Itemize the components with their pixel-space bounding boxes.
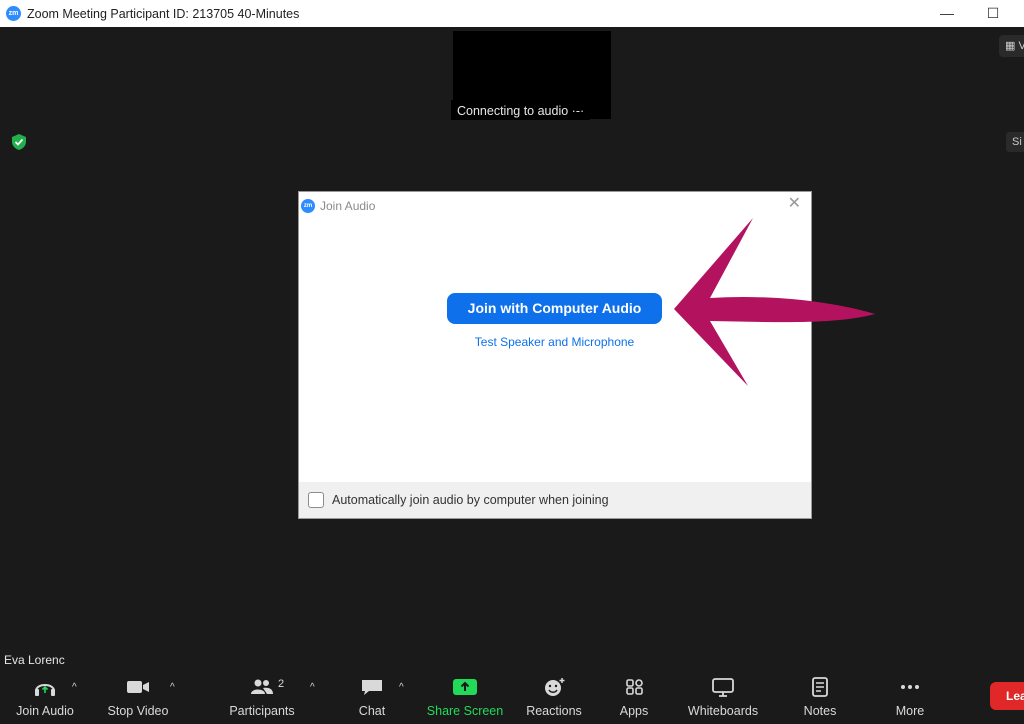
auto-join-label: Automatically join audio by computer whe…	[332, 493, 609, 507]
reactions-button[interactable]: Reactions	[520, 670, 588, 724]
chat-bubble-icon	[362, 680, 382, 695]
share-screen-label: Share Screen	[426, 704, 504, 718]
join-audio-button[interactable]: Join Audio	[10, 670, 80, 724]
share-screen-icon	[453, 679, 477, 695]
zoom-logo: zm	[6, 6, 21, 21]
view-button[interactable]: ▦ V	[999, 35, 1024, 57]
window-title: Zoom Meeting Participant ID: 213705 40-M…	[27, 6, 300, 21]
chat-label: Chat	[358, 704, 386, 718]
participants-label: Participants	[229, 704, 295, 718]
participants-count: 2	[278, 678, 285, 690]
stop-video-label: Stop Video	[107, 704, 169, 718]
dialog-footer: Automatically join audio by computer whe…	[299, 482, 811, 518]
dialog-title: Join Audio	[320, 199, 376, 213]
meeting-toolbar: Join Audio ^ Stop Video ^ Participants 2…	[0, 670, 1024, 724]
notes-icon	[812, 677, 828, 697]
audio-options-caret[interactable]: ^	[72, 682, 77, 693]
notes-label: Notes	[803, 704, 837, 718]
smiley-plus-icon	[545, 678, 565, 696]
notes-button[interactable]: Notes	[790, 670, 850, 724]
chat-options-caret[interactable]: ^	[399, 682, 404, 693]
stop-video-button[interactable]: Stop Video	[103, 670, 173, 724]
minimize-button[interactable]: —	[938, 4, 956, 22]
whiteboards-label: Whiteboards	[687, 704, 759, 718]
join-computer-audio-button[interactable]: Join with Computer Audio	[447, 293, 662, 324]
people-icon	[251, 679, 273, 694]
participants-button[interactable]: Participants	[222, 670, 302, 724]
whiteboards-button[interactable]: Whiteboards	[682, 670, 764, 724]
annotation-arrow	[674, 218, 875, 386]
reactions-label: Reactions	[526, 704, 582, 718]
participant-name-tag: Eva Lorenc	[0, 651, 69, 669]
headphones-icon	[35, 684, 55, 696]
share-screen-button[interactable]: Share Screen	[425, 670, 505, 724]
test-speaker-link[interactable]: Test Speaker and Microphone	[447, 335, 662, 349]
title-bar: zm Zoom Meeting Participant ID: 213705 4…	[0, 0, 1024, 27]
side-panel-button[interactable]: Si	[1006, 132, 1024, 152]
zoom-logo-icon: zm	[301, 199, 315, 213]
apps-icon	[626, 679, 643, 695]
participants-options-caret[interactable]: ^	[310, 682, 315, 693]
auto-join-checkbox[interactable]	[308, 492, 324, 508]
more-label: More	[895, 704, 925, 718]
connecting-status: Connecting to audio ·-·	[451, 100, 591, 120]
leave-button[interactable]: Leave	[990, 682, 1024, 710]
apps-label: Apps	[619, 704, 649, 718]
video-options-caret[interactable]: ^	[170, 682, 175, 693]
shield-check-icon[interactable]	[10, 133, 28, 151]
video-camera-icon	[127, 681, 149, 693]
whiteboard-icon	[712, 678, 734, 697]
more-dots-icon	[901, 685, 919, 689]
join-audio-label: Join Audio	[16, 704, 74, 718]
dialog-title-bar: zm Join Audio	[301, 197, 375, 215]
apps-button[interactable]: Apps	[604, 670, 664, 724]
chat-button[interactable]: Chat	[342, 670, 402, 724]
more-button[interactable]: More	[880, 670, 940, 724]
maximize-button[interactable]: ☐	[984, 4, 1002, 22]
